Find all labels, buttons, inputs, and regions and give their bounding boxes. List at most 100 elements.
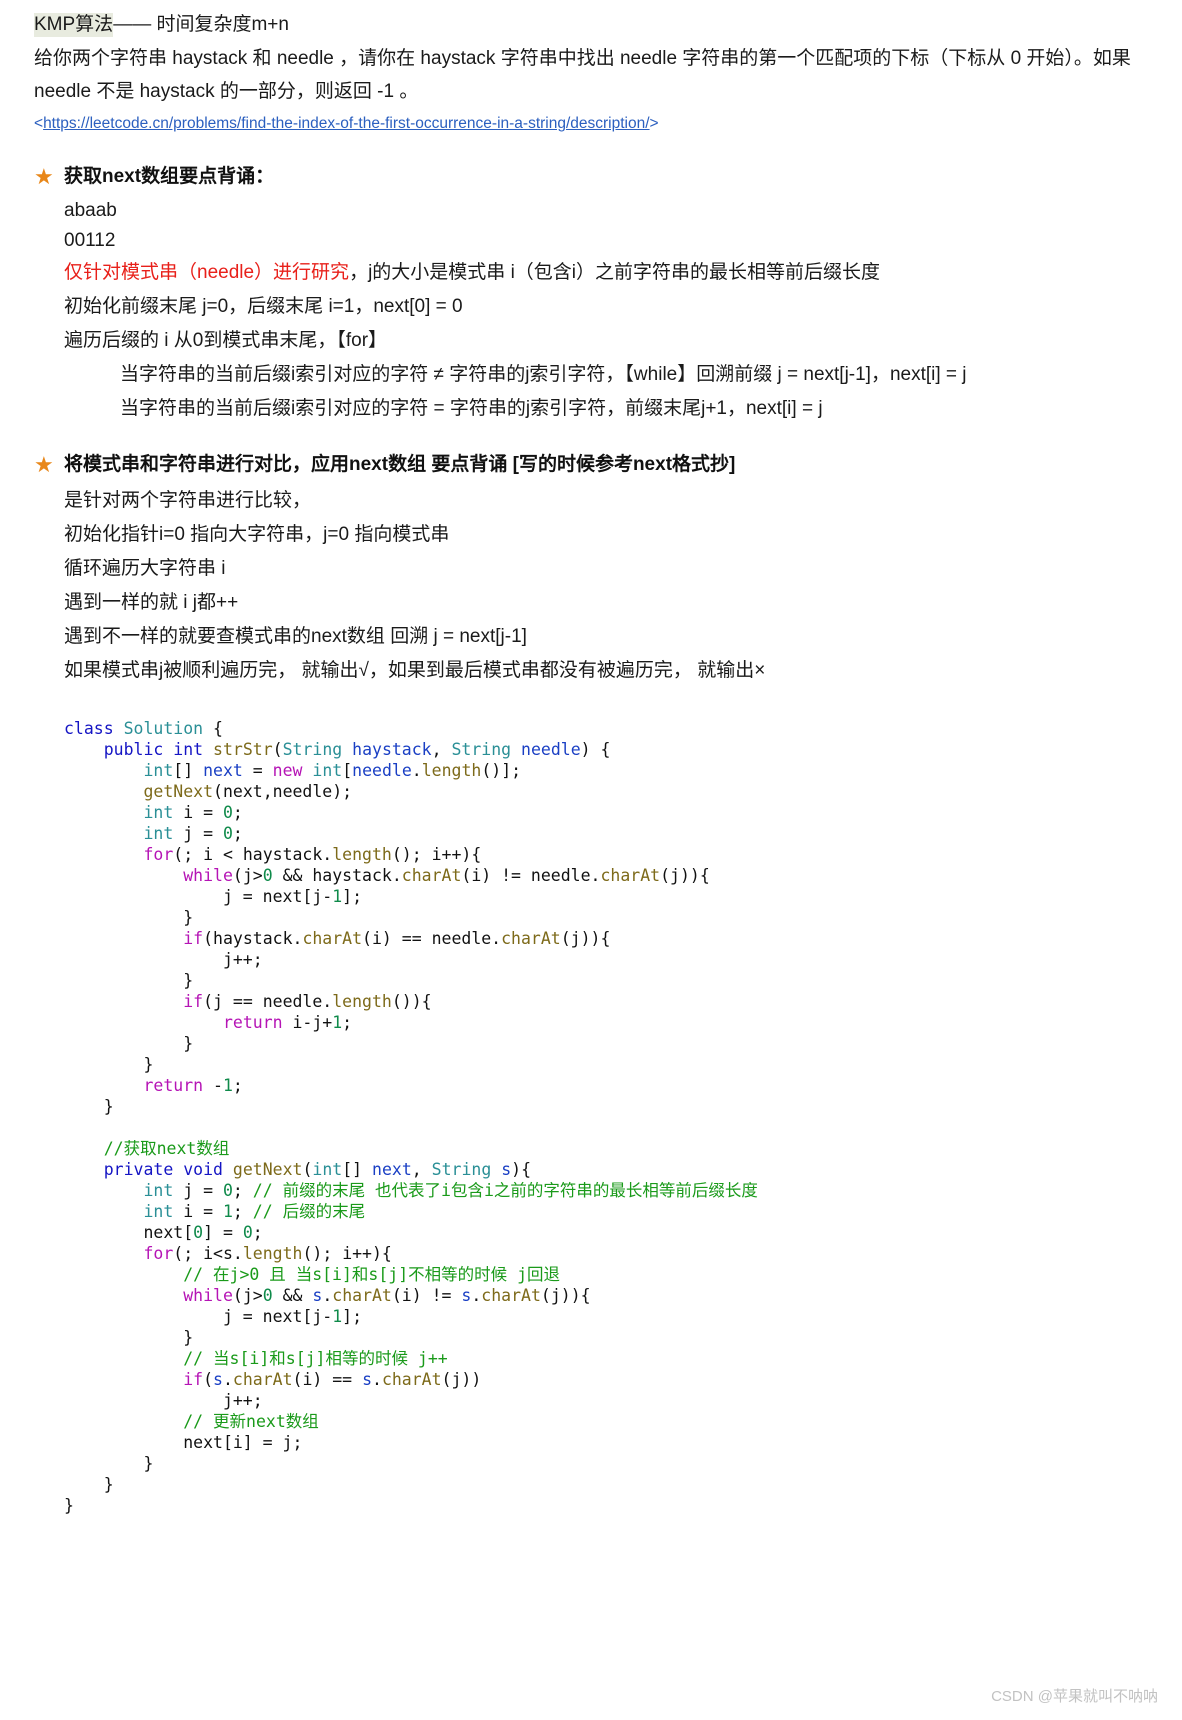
code-line: public int strStr(String haystack, Strin… bbox=[64, 739, 1148, 760]
code-token: if bbox=[183, 992, 204, 1011]
code-token: } bbox=[64, 971, 194, 990]
code-token: ( bbox=[302, 1160, 313, 1179]
code-line: int j = 0; // 前缀的末尾 也代表了i包含i之前的字符串的最长相等前… bbox=[64, 1180, 1148, 1201]
source-link[interactable]: https://leetcode.cn/problems/find-the-in… bbox=[43, 115, 649, 132]
section-pattern-compare: ★ 将模式串和字符串进行对比，应用next数组 要点背诵 [写的时候参考next… bbox=[34, 450, 1148, 688]
code-token: charAt bbox=[401, 866, 462, 885]
code-line: while(j>0 && haystack.charAt(i) != needl… bbox=[64, 865, 1148, 886]
code-token: if bbox=[183, 929, 204, 948]
code-token: charAt bbox=[332, 1286, 392, 1305]
code-token: 0 bbox=[222, 824, 233, 843]
code-token: . bbox=[471, 1286, 482, 1305]
code-token: ) { bbox=[580, 740, 611, 759]
code-token: (i) != bbox=[391, 1286, 462, 1305]
code-token: , bbox=[411, 1160, 432, 1179]
code-token: ; bbox=[232, 1181, 253, 1200]
code-token: j = bbox=[173, 1181, 223, 1200]
code-token: ()){ bbox=[391, 992, 432, 1011]
code-token: j++; bbox=[64, 1391, 263, 1410]
code-line: j = next[j-1]; bbox=[64, 1306, 1148, 1327]
code-token: charAt bbox=[481, 1286, 541, 1305]
code-line: j++; bbox=[64, 949, 1148, 970]
code-token: [ bbox=[342, 761, 353, 780]
code-token: haystack bbox=[352, 740, 432, 759]
code-token: } bbox=[64, 1097, 114, 1116]
code-token: } bbox=[64, 908, 194, 927]
code-token: ; bbox=[232, 824, 243, 843]
code-line: return -1; bbox=[64, 1075, 1148, 1096]
code-token: 0 bbox=[222, 1181, 233, 1200]
code-token: j = next[j- bbox=[64, 887, 333, 906]
code-token: next bbox=[203, 761, 243, 780]
code-token: s bbox=[312, 1286, 323, 1305]
code-token: (next,needle); bbox=[213, 782, 353, 801]
code-token: ]; bbox=[342, 1307, 363, 1326]
document-title-rest: —— 时间复杂度m+n bbox=[113, 14, 289, 35]
code-token: ()]; bbox=[481, 761, 522, 780]
code-token: String bbox=[282, 740, 343, 759]
document-page: KMP算法—— 时间复杂度m+n 给你两个字符串 haystack 和 need… bbox=[0, 0, 1182, 1516]
code-token: (j> bbox=[232, 866, 263, 885]
code-token: length bbox=[332, 992, 392, 1011]
code-line: } bbox=[64, 1054, 1148, 1075]
code-line: } bbox=[64, 1474, 1148, 1495]
code-line: int j = 0; bbox=[64, 823, 1148, 844]
code-line: j++; bbox=[64, 1390, 1148, 1411]
code-line: next[i] = j; bbox=[64, 1432, 1148, 1453]
code-token: ; bbox=[232, 1202, 253, 1221]
code-token: ( bbox=[272, 740, 283, 759]
code-token: 1 bbox=[222, 1202, 233, 1221]
code-token: needle bbox=[352, 761, 412, 780]
code-token: } bbox=[64, 1475, 114, 1494]
note-line: abaab bbox=[64, 200, 117, 221]
code-token: next[i] = j; bbox=[64, 1433, 303, 1452]
code-line: int i = 1; // 后缀的末尾 bbox=[64, 1201, 1148, 1222]
code-token: next[ bbox=[64, 1223, 194, 1242]
code-token: int bbox=[143, 803, 174, 822]
code-token: charAt bbox=[600, 866, 661, 885]
code-token: && haystack. bbox=[272, 866, 402, 885]
code-token: ; bbox=[232, 803, 243, 822]
code-token: while bbox=[183, 1286, 233, 1305]
code-token: 1 bbox=[332, 1013, 343, 1032]
code-token: // 更新next数组 bbox=[183, 1412, 319, 1431]
code-line: } bbox=[64, 1495, 1148, 1516]
code-token: (j> bbox=[232, 1286, 263, 1305]
document-title: KMP算法—— 时间复杂度m+n bbox=[34, 8, 1148, 42]
code-token: 0 bbox=[262, 1286, 273, 1305]
code-token: j = next[j- bbox=[64, 1307, 333, 1326]
code-token: 1 bbox=[332, 887, 343, 906]
code-token: } bbox=[64, 1454, 154, 1473]
code-token: s bbox=[213, 1370, 223, 1389]
note-line-red-segment: 仅针对模式串（needle）进行研究 bbox=[64, 262, 350, 283]
code-token: // 当s[i]和s[j]相等的时候 j++ bbox=[183, 1349, 448, 1368]
code-token: 1 bbox=[332, 1307, 343, 1326]
document-title-highlight: KMP算法 bbox=[34, 13, 114, 37]
code-line: if(s.charAt(i) == s.charAt(j)) bbox=[64, 1369, 1148, 1390]
code-token: int bbox=[143, 761, 174, 780]
code-token: (j)){ bbox=[560, 929, 611, 948]
angle-open: < bbox=[34, 115, 44, 132]
code-token: getNext bbox=[232, 1160, 303, 1179]
section-next-array: ★ 获取next数组要点背诵： abaab 00112 仅针对模式串（needl… bbox=[34, 162, 1148, 426]
note-line-normal-segment: ，j的大小是模式串 i（包含i）之前字符串的最长相等前后缀长度 bbox=[349, 262, 881, 283]
note-line: 初始化前缀末尾 j=0，后缀末尾 i=1，next[0] = 0 bbox=[64, 296, 463, 317]
note-line: 如果模式串j被顺利遍历完， 就输出√，如果到最后模式串都没有被遍历完， 就输出× bbox=[64, 660, 766, 681]
note-line: 遇到不一样的就要查模式串的next数组 回溯 j = next[j-1] bbox=[64, 626, 527, 647]
note-line: 循环遍历大字符串 i bbox=[64, 558, 226, 579]
code-line: j = next[j-1]; bbox=[64, 886, 1148, 907]
section-heading: ★ 将模式串和字符串进行对比，应用next数组 要点背诵 [写的时候参考next… bbox=[34, 450, 1148, 480]
code-token: 0 bbox=[262, 866, 273, 885]
code-token: int bbox=[312, 761, 343, 780]
